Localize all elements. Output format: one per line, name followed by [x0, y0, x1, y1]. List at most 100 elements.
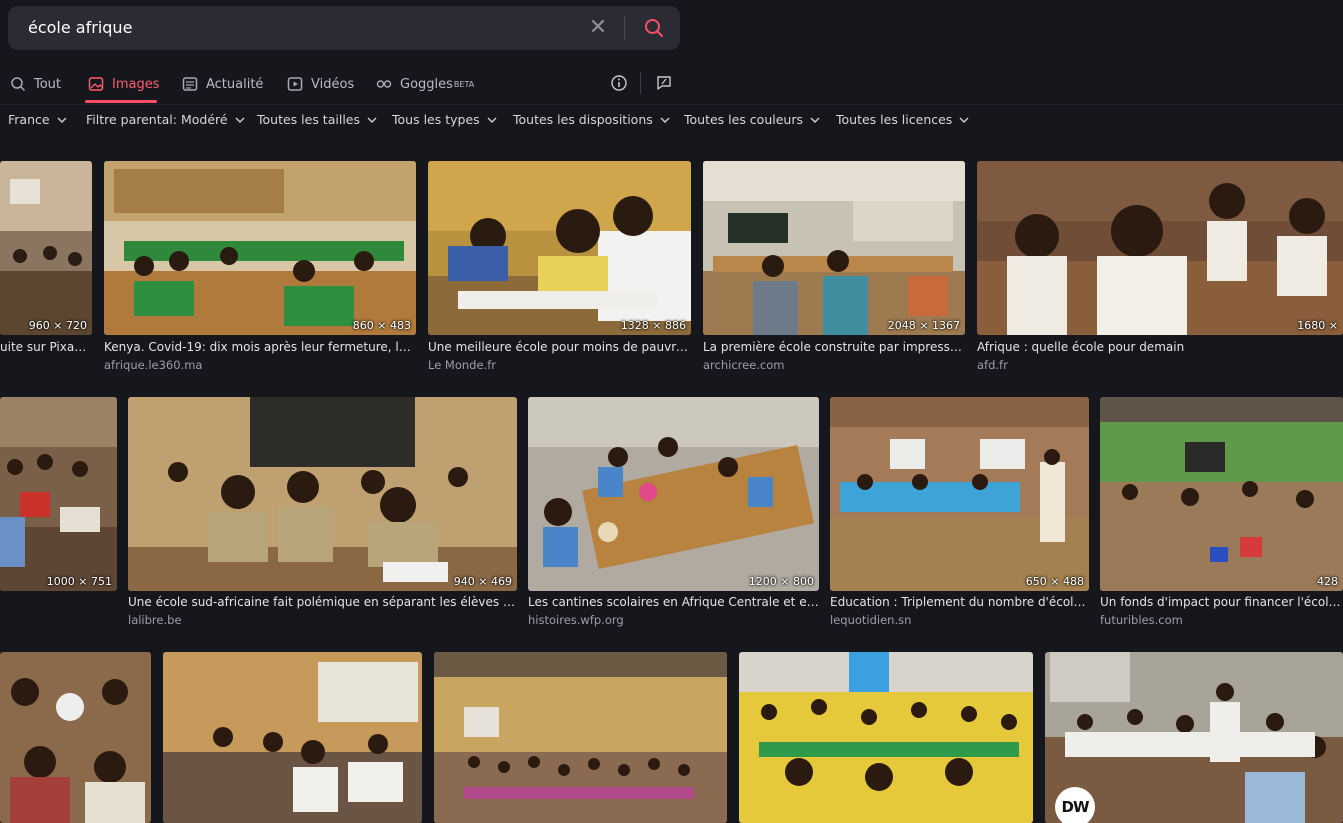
feedback-icon[interactable] — [655, 74, 673, 92]
result-source[interactable]: lalibre.be — [128, 613, 517, 627]
chevron-down-icon — [57, 117, 67, 123]
image-dimensions: 860 × 483 — [352, 319, 411, 332]
result-image[interactable] — [434, 652, 727, 823]
filter-label: Tous les types — [392, 112, 480, 127]
tab-goggles[interactable]: Goggles BETA — [376, 66, 474, 102]
result-title[interactable]: Kenya. Covid-19: dix mois après leur fer… — [104, 340, 416, 354]
image-icon — [88, 77, 104, 91]
result-title[interactable]: uite sur Pixabay — [0, 340, 92, 354]
result-source[interactable]: afd.fr — [977, 358, 1343, 372]
filter-type[interactable]: Tous les types — [392, 112, 497, 127]
result-image[interactable]: 1000 × 751 — [0, 397, 117, 591]
result-image[interactable]: 650 × 488 — [830, 397, 1089, 591]
result-image[interactable]: 960 × 720 — [0, 161, 92, 335]
search-icon — [11, 77, 26, 92]
filter-license[interactable]: Toutes les licences — [836, 112, 969, 127]
chevron-down-icon — [487, 117, 497, 123]
divider — [624, 16, 625, 40]
filter-country[interactable]: France — [8, 112, 67, 127]
active-tab-indicator — [85, 100, 157, 103]
filter-label: Toutes les licences — [836, 112, 953, 127]
result-title[interactable]: Les cantines scolaires en Afrique Centra… — [528, 595, 819, 609]
tab-all[interactable]: Tout — [10, 66, 61, 102]
result-title[interactable]: Une école sud-africaine fait polémique e… — [128, 595, 517, 609]
result-title[interactable]: Un fonds d'impact pour financer l'école … — [1100, 595, 1343, 609]
result-title[interactable]: La première école construite par impress… — [703, 340, 965, 354]
search-box[interactable]: école afrique ✕ — [8, 6, 680, 50]
filter-label: France — [8, 112, 50, 127]
result-source[interactable]: histoires.wfp.org — [528, 613, 819, 627]
result-source[interactable]: afrique.le360.ma — [104, 358, 416, 372]
classroom-photo — [104, 161, 416, 335]
classroom-photo — [428, 161, 691, 335]
chevron-down-icon — [660, 117, 670, 123]
image-dimensions: 1200 × 800 — [748, 575, 814, 588]
result-image[interactable]: 1680 × — [977, 161, 1343, 335]
result-source[interactable]: archicree.com — [703, 358, 965, 372]
result-image[interactable]: 860 × 483 — [104, 161, 416, 335]
result-title[interactable]: Afrique : quelle école pour demain — [977, 340, 1343, 354]
result-image[interactable]: 1328 × 886 — [428, 161, 691, 335]
divider — [640, 72, 641, 94]
result-image[interactable]: 1200 × 800 — [528, 397, 819, 591]
divider — [0, 104, 1343, 105]
filter-label: Filtre parental: Modéré — [86, 112, 228, 127]
search-tabs: Tout Images Actualité Vidéos Goggles BETA — [0, 66, 700, 102]
result-image[interactable] — [163, 652, 422, 823]
info-icon[interactable] — [610, 74, 628, 92]
tab-label: Tout — [34, 76, 62, 92]
tab-news[interactable]: Actualité — [182, 66, 263, 102]
classroom-photo — [0, 161, 92, 335]
video-icon — [287, 77, 303, 91]
result-source[interactable]: lequotidien.sn — [830, 613, 1089, 627]
image-dimensions: 2048 × 1367 — [887, 319, 960, 332]
filter-safesearch[interactable]: Filtre parental: Modéré — [86, 112, 245, 127]
filter-layout[interactable]: Toutes les dispositions — [513, 112, 670, 127]
classroom-photo — [977, 161, 1343, 335]
image-dimensions: 650 × 488 — [1025, 575, 1084, 588]
news-icon — [182, 77, 198, 91]
tab-images[interactable]: Images — [88, 66, 160, 102]
chevron-down-icon — [810, 117, 820, 123]
filter-color[interactable]: Toutes les couleurs — [684, 112, 820, 127]
result-image[interactable]: 428 — [1100, 397, 1343, 591]
result-title[interactable]: Une meilleure école pour moins de pauvre… — [428, 340, 691, 354]
result-image[interactable]: 940 × 469 — [128, 397, 517, 591]
image-dimensions: 1680 × — [1297, 319, 1338, 332]
chevron-down-icon — [959, 117, 969, 123]
result-image[interactable]: 2048 × 1367 — [703, 161, 965, 335]
goggles-icon — [376, 80, 392, 88]
filter-size[interactable]: Toutes les tailles — [257, 112, 377, 127]
search-input[interactable]: école afrique — [28, 18, 132, 37]
result-title[interactable]: Education : Triplement du nombre d'école… — [830, 595, 1089, 609]
filter-label: Toutes les dispositions — [513, 112, 653, 127]
dw-logo: DW — [1055, 787, 1095, 823]
classroom-photo — [739, 652, 1033, 823]
classroom-photo — [830, 397, 1089, 591]
tab-label: Vidéos — [311, 76, 355, 92]
chevron-down-icon — [235, 117, 245, 123]
image-dimensions: 960 × 720 — [28, 319, 87, 332]
image-dimensions: 1328 × 886 — [620, 319, 686, 332]
filter-label: Toutes les tailles — [257, 112, 360, 127]
classroom-photo — [0, 652, 151, 823]
classroom-photo — [1100, 397, 1343, 591]
classroom-photo — [128, 397, 517, 591]
result-image[interactable]: DW — [1045, 652, 1343, 823]
image-dimensions: 1000 × 751 — [46, 575, 112, 588]
tab-label: Goggles — [400, 76, 453, 92]
result-image[interactable] — [0, 652, 151, 823]
result-source[interactable]: futuribles.com — [1100, 613, 1343, 627]
result-source[interactable]: Le Monde.fr — [428, 358, 691, 372]
chevron-down-icon — [367, 117, 377, 123]
top-bar: école afrique ✕ Tout Images Actualité Vi… — [0, 0, 1343, 104]
tab-videos[interactable]: Vidéos — [287, 66, 354, 102]
image-dimensions: 428 — [1317, 575, 1338, 588]
result-image[interactable] — [739, 652, 1033, 823]
clear-icon[interactable]: ✕ — [586, 16, 610, 40]
classroom-photo — [0, 397, 117, 591]
search-icon[interactable] — [640, 14, 668, 42]
filter-label: Toutes les couleurs — [684, 112, 803, 127]
tab-label: Actualité — [206, 76, 264, 92]
image-dimensions: 940 × 469 — [453, 575, 512, 588]
